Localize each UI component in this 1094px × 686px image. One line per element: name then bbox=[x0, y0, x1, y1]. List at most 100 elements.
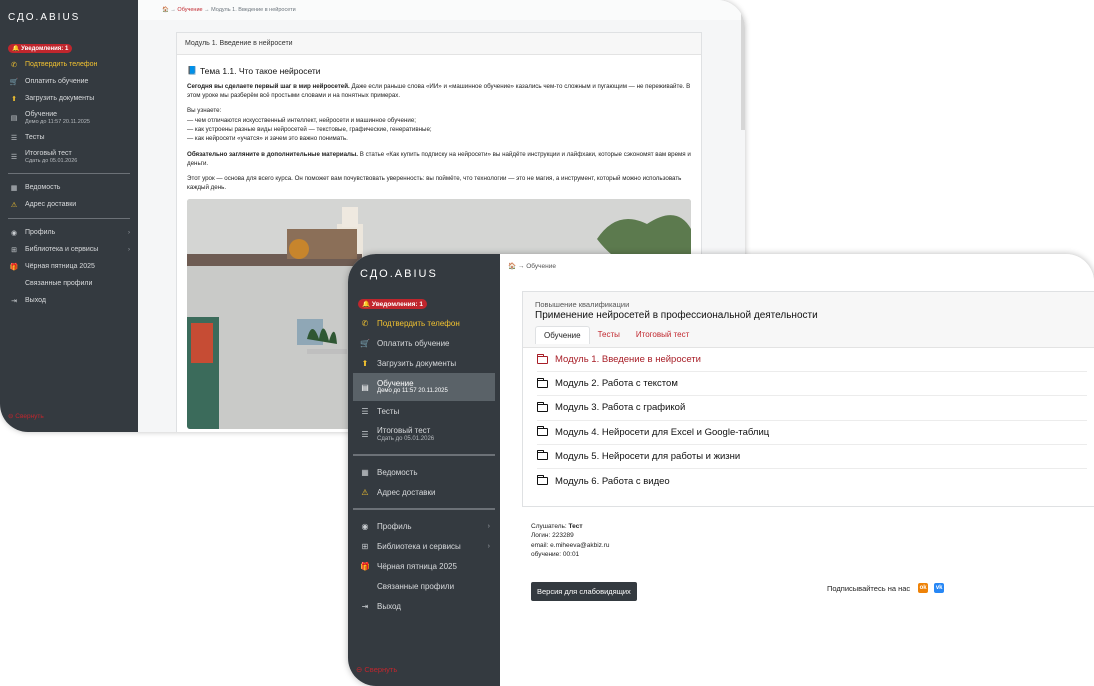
folder-icon bbox=[536, 401, 548, 412]
module-item[interactable]: Модуль 2. Работа с текстом bbox=[536, 372, 1087, 397]
sidebar-item-confirm-phone[interactable]: ✆ Подтвердить телефон bbox=[353, 313, 495, 333]
sidebar-item-pay[interactable]: 🛒 Оплатить обучение bbox=[353, 333, 495, 353]
grid-icon: ⊞ bbox=[11, 246, 17, 254]
lesson-paragraph: Обязательно загляните в дополнительные м… bbox=[187, 150, 691, 167]
folder-icon bbox=[536, 426, 548, 437]
module-list: Модуль 1. Введение в нейросети Модуль 2.… bbox=[523, 348, 1094, 493]
list-icon: ☰ bbox=[10, 154, 18, 161]
upload-icon: ⬆ bbox=[361, 358, 369, 368]
sidebar-item-gradebook[interactable]: ▦ Ведомость bbox=[8, 179, 130, 196]
odnoklassniki-icon[interactable]: ok bbox=[918, 583, 929, 593]
module-item[interactable]: Модуль 5. Нейросети для работы и жизни bbox=[536, 445, 1087, 469]
folder-icon bbox=[536, 475, 548, 486]
module-item[interactable]: Модуль 6. Работа с видео bbox=[536, 469, 1087, 493]
sidebar-item-profile[interactable]: ◉ Профиль › bbox=[353, 516, 495, 536]
user-icon: ◉ bbox=[361, 521, 369, 531]
list-icon: ☰ bbox=[361, 430, 369, 439]
sidebar-divider bbox=[353, 454, 495, 456]
brand-logo[interactable]: СДО.ABIUS bbox=[360, 268, 495, 280]
sidebar: СДО.ABIUS 🔔 Уведомления: 1 ✆ Подтвердить… bbox=[0, 0, 138, 432]
warning-icon: ⚠ bbox=[361, 487, 369, 497]
user-icon: ◉ bbox=[10, 229, 18, 237]
gift-icon: 🎁 bbox=[9, 263, 19, 271]
breadcrumb: 🏠 → Обучение → Модуль 1. Введение в нейр… bbox=[138, 0, 745, 20]
warning-icon: ⚠ bbox=[10, 201, 18, 209]
collapse-sidebar-button[interactable]: ⊖ Свернуть bbox=[8, 412, 44, 420]
lesson-paragraph: Сегодня вы сделаете первый шаг в мир ней… bbox=[187, 82, 691, 100]
chevron-right-icon: › bbox=[487, 542, 490, 550]
sidebar-item-logout[interactable]: ⇥ Выход bbox=[8, 292, 130, 309]
module-item[interactable]: Модуль 4. Нейросети для Excel и Google-т… bbox=[536, 421, 1087, 445]
gift-icon: 🎁 bbox=[360, 561, 370, 571]
notifications-badge[interactable]: 🔔 Уведомления: 1 bbox=[358, 299, 428, 309]
tab-final-test[interactable]: Итоговый тест bbox=[628, 326, 697, 344]
breadcrumb-current: Модуль 1. Введение в нейросети bbox=[211, 7, 296, 13]
sidebar-item-final-test[interactable]: ☰ Итоговый тест Сдать до 05.01.2026 bbox=[353, 421, 495, 448]
sidebar-item-upload[interactable]: ⬆ Загрузить документы bbox=[353, 353, 495, 373]
sidebar-item-library[interactable]: ⊞ Библиотека и сервисы › bbox=[353, 536, 495, 556]
module-item[interactable]: Модуль 1. Введение в нейросети bbox=[536, 348, 1087, 373]
breadcrumb-learning-link[interactable]: Обучение bbox=[177, 7, 202, 13]
cart-icon: 🛒 bbox=[360, 338, 370, 348]
course-card-header: Повышение квалификации Применение нейрос… bbox=[523, 292, 1094, 348]
sidebar-divider bbox=[8, 173, 130, 174]
notifications-badge[interactable]: 🔔 Уведомления: 1 bbox=[8, 44, 73, 53]
sidebar: СДО.ABIUS 🔔 Уведомления: 1 ✆ Подтвердить… bbox=[348, 254, 500, 686]
lesson-paragraph: Этот урок — основа для всего курса. Он п… bbox=[187, 175, 682, 192]
collapse-sidebar-button[interactable]: ⊖ Свернуть bbox=[356, 665, 397, 674]
home-icon[interactable]: 🏠 bbox=[162, 7, 169, 13]
sidebar-item-black-friday[interactable]: 🎁 Чёрная пятница 2025 bbox=[353, 556, 495, 576]
sidebar-item-delivery[interactable]: ⚠ Адрес доставки bbox=[8, 196, 130, 213]
list-icon: ☰ bbox=[10, 134, 18, 142]
sidebar-item-tests[interactable]: ☰ Тесты bbox=[8, 129, 130, 146]
sidebar-item-confirm-phone[interactable]: ✆ Подтвердить телефон bbox=[8, 56, 130, 73]
sidebar-divider bbox=[353, 508, 495, 510]
topic-title: 📘 Тема 1.1. Что такое нейросети bbox=[187, 66, 321, 76]
sidebar-item-upload[interactable]: ⬆ Загрузить документы bbox=[8, 90, 130, 107]
breadcrumb-current: Обучение bbox=[526, 262, 556, 270]
tab-tests[interactable]: Тесты bbox=[590, 326, 628, 344]
folder-icon bbox=[536, 450, 548, 461]
chevron-right-icon: › bbox=[128, 246, 130, 253]
vk-icon[interactable]: vk bbox=[934, 583, 945, 593]
chevron-right-icon: › bbox=[487, 522, 490, 530]
sidebar-item-pay[interactable]: 🛒 Оплатить обучение bbox=[8, 73, 130, 90]
logout-icon: ⇥ bbox=[11, 297, 17, 305]
lesson-paragraph: Вы узнаете: — чем отличаются искусственн… bbox=[187, 107, 432, 143]
sidebar-item-learning[interactable]: ▤ Обучение Демо до 11:57 20.11.2025 bbox=[353, 373, 495, 401]
course-card: Повышение квалификации Применение нейрос… bbox=[522, 291, 1094, 507]
phone-icon: ✆ bbox=[11, 61, 17, 69]
screenshot-stage: СДО.ABIUS 🔔 Уведомления: 1 ✆ Подтвердить… bbox=[0, 0, 1094, 686]
sidebar-item-learning[interactable]: ▤ Обучение Демо до 11:57 20.11.2025 bbox=[8, 107, 130, 129]
book-icon: 📘 bbox=[187, 66, 197, 76]
phone-icon: ✆ bbox=[361, 318, 369, 328]
sidebar-item-library[interactable]: ⊞ Библиотека и сервисы › bbox=[8, 241, 130, 258]
upload-icon: ⬆ bbox=[11, 95, 17, 103]
sidebar-item-tests[interactable]: ☰ Тесты bbox=[353, 401, 495, 421]
sidebar-divider bbox=[8, 218, 130, 219]
course-tabs: Обучение Тесты Итоговый тест bbox=[535, 326, 1089, 344]
sidebar-item-linked-profiles[interactable]: Связанные профили bbox=[353, 576, 495, 596]
page-scrollbar[interactable] bbox=[741, 0, 745, 130]
table-icon: ▦ bbox=[361, 467, 369, 477]
accessibility-version-button[interactable]: Версия для слабовидящих bbox=[531, 582, 637, 601]
sidebar-item-final-test[interactable]: ☰ Итоговый тест Сдать до 05.01.2026 bbox=[8, 146, 130, 168]
logout-icon: ⇥ bbox=[361, 601, 369, 611]
cart-icon: 🛒 bbox=[9, 78, 19, 86]
sidebar-item-delivery[interactable]: ⚠ Адрес доставки bbox=[353, 482, 495, 502]
home-icon[interactable]: 🏠 bbox=[508, 262, 516, 270]
breadcrumb: 🏠 → Обучение bbox=[508, 262, 556, 271]
folder-icon bbox=[536, 377, 548, 388]
lesson-card-header: Модуль 1. Введение в нейросети bbox=[177, 33, 701, 55]
sidebar-item-linked-profiles[interactable]: Связанные профили bbox=[8, 275, 130, 292]
sidebar-item-logout[interactable]: ⇥ Выход bbox=[353, 596, 495, 616]
sidebar-item-profile[interactable]: ◉ Профиль › bbox=[8, 224, 130, 241]
sidebar-item-gradebook[interactable]: ▦ Ведомость bbox=[353, 462, 495, 482]
sidebar-item-black-friday[interactable]: 🎁 Чёрная пятница 2025 bbox=[8, 258, 130, 275]
book-icon: ▤ bbox=[361, 382, 369, 392]
module-item[interactable]: Модуль 3. Работа с графикой bbox=[536, 396, 1087, 421]
brand-logo[interactable]: СДО.ABIUS bbox=[8, 12, 130, 23]
tab-learning[interactable]: Обучение bbox=[535, 326, 590, 344]
table-icon: ▦ bbox=[10, 184, 18, 192]
book-icon: ▤ bbox=[10, 115, 18, 122]
